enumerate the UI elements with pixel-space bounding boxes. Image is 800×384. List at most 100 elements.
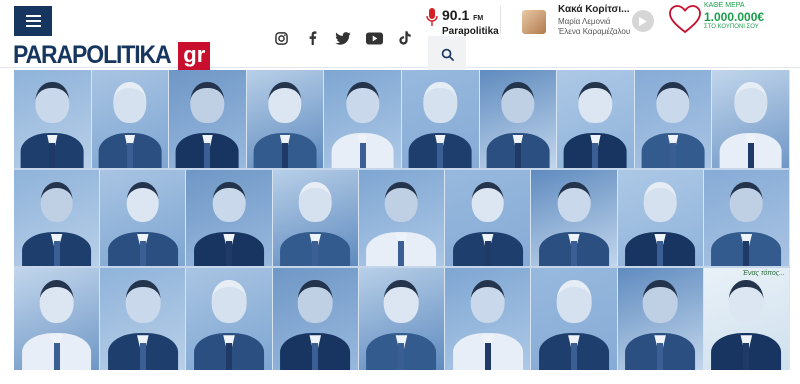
- portrait-tile[interactable]: [246, 70, 325, 168]
- portrait-tile[interactable]: [358, 268, 446, 370]
- radio-logo[interactable]: 90.1 FM Parapolitika: [426, 8, 499, 38]
- portrait-tile[interactable]: [14, 268, 101, 370]
- site-header: PARAPOLITIKA gr 90.1 FM Parapolitika Κακ…: [0, 0, 800, 72]
- portrait-tie: [670, 142, 677, 168]
- portrait-tile[interactable]: [186, 170, 273, 266]
- site-logo[interactable]: PARAPOLITIKA gr: [13, 41, 211, 70]
- hamburger-menu-icon[interactable]: [14, 6, 52, 36]
- portrait-tile[interactable]: [91, 70, 170, 168]
- portrait-head: [384, 280, 419, 324]
- lotto-bottom-text: ΣΤΟ ΚΟΥΠΟΝΙ ΣΟΥ: [704, 24, 759, 30]
- portrait-tile[interactable]: [445, 170, 532, 266]
- portrait-tile[interactable]: [531, 170, 618, 266]
- portrait-tie: [437, 142, 444, 168]
- portrait-head: [729, 280, 764, 324]
- portrait-head: [501, 81, 535, 123]
- collage-row: Ένας τόπος...: [14, 268, 790, 370]
- portrait-tie: [139, 343, 146, 370]
- heart-icon: [669, 5, 701, 34]
- portrait-tie: [398, 343, 405, 370]
- portrait-head: [211, 280, 247, 324]
- portrait-tie: [592, 142, 599, 168]
- portrait-tile[interactable]: [617, 268, 704, 370]
- collage-row: [14, 70, 790, 168]
- portrait-tile[interactable]: [401, 70, 480, 168]
- portrait-head: [39, 280, 74, 324]
- portrait-head: [471, 181, 505, 222]
- lotto-ad[interactable]: ΚΑΘΕ ΜΕΡΑ 1.000.000€ ΣΤΟ ΚΟΥΠΟΝΙ ΣΟΥ: [668, 2, 768, 36]
- portrait-tie: [282, 142, 289, 168]
- portrait-tile[interactable]: [479, 70, 558, 168]
- portrait-tie: [570, 241, 577, 266]
- portrait-tie: [226, 343, 233, 370]
- portrait-tile[interactable]: [703, 170, 790, 266]
- portrait-tile[interactable]: [14, 70, 92, 168]
- portrait-tile[interactable]: [272, 170, 359, 266]
- portrait-tile[interactable]: [100, 268, 187, 370]
- portrait-head: [578, 81, 613, 123]
- portrait-head: [733, 81, 768, 123]
- portrait-tie: [743, 241, 750, 266]
- search-icon: [441, 48, 454, 61]
- portrait-tie: [139, 241, 146, 266]
- lotto-top-text: ΚΑΘΕ ΜΕΡΑ: [704, 2, 745, 9]
- portrait-tie: [204, 142, 211, 168]
- portrait-tile[interactable]: [358, 170, 446, 266]
- portrait-head: [346, 81, 380, 123]
- portrait-tie: [484, 343, 491, 370]
- logo-suffix: gr: [178, 41, 211, 70]
- portrait-tile[interactable]: [634, 70, 713, 168]
- portrait-head: [190, 81, 225, 123]
- portrait-tile[interactable]: [169, 70, 247, 168]
- microphone-icon: [426, 8, 438, 26]
- portrait-tile[interactable]: [14, 170, 101, 266]
- search-button[interactable]: [428, 36, 466, 72]
- portrait-tile[interactable]: [617, 170, 704, 266]
- twitter-icon[interactable]: [334, 29, 352, 47]
- portrait-tile[interactable]: [712, 70, 790, 168]
- now-playing-widget[interactable]: Κακά Κορίτσι... Μαρία Λεμονιά Έλενα Καρα…: [520, 4, 656, 36]
- show-title: Κακά Κορίτσι...: [558, 4, 630, 15]
- portrait-tie: [398, 241, 405, 266]
- tiktok-icon[interactable]: [396, 29, 414, 47]
- portrait-tile[interactable]: [186, 268, 273, 370]
- portrait-head: [212, 181, 246, 222]
- logo-text: PARAPOLITIKA: [13, 41, 172, 69]
- portrait-tile[interactable]: [100, 170, 187, 266]
- portrait-head: [643, 181, 677, 222]
- portrait-head: [557, 181, 591, 222]
- banner-caption: Ένας τόπος...: [742, 270, 785, 277]
- portrait-head: [125, 280, 161, 324]
- portrait-tie: [49, 142, 56, 168]
- social-links: [272, 29, 414, 47]
- portrait-head: [113, 81, 147, 123]
- instagram-icon[interactable]: [272, 29, 290, 47]
- portrait-tie: [747, 142, 754, 168]
- portrait-tie: [359, 142, 366, 168]
- portrait-tile[interactable]: [557, 70, 635, 168]
- radio-frequency: 90.1 FM: [442, 7, 484, 23]
- portrait-tile[interactable]: Ένας τόπος...: [703, 268, 790, 370]
- portrait-head: [35, 81, 69, 123]
- portrait-tie: [570, 343, 577, 370]
- youtube-icon[interactable]: [365, 29, 383, 47]
- portrait-tile[interactable]: [531, 268, 618, 370]
- portrait-head: [40, 181, 73, 222]
- portrait-tile[interactable]: [324, 70, 402, 168]
- featured-collage[interactable]: Ένας τόπος...: [14, 70, 790, 370]
- portrait-tile[interactable]: [445, 268, 532, 370]
- portrait-head: [423, 81, 457, 123]
- show-thumbnail: [522, 10, 546, 34]
- portrait-tie: [53, 343, 60, 370]
- portrait-tile[interactable]: [272, 268, 359, 370]
- portrait-tie: [657, 343, 664, 370]
- play-button[interactable]: [632, 10, 654, 32]
- portrait-head: [298, 181, 332, 222]
- portrait-head: [297, 280, 333, 324]
- portrait-tie: [514, 142, 521, 168]
- facebook-icon[interactable]: [303, 29, 321, 47]
- portrait-tie: [53, 241, 60, 266]
- portrait-head: [385, 181, 418, 222]
- collage-row: [14, 170, 790, 266]
- portrait-head: [656, 81, 690, 123]
